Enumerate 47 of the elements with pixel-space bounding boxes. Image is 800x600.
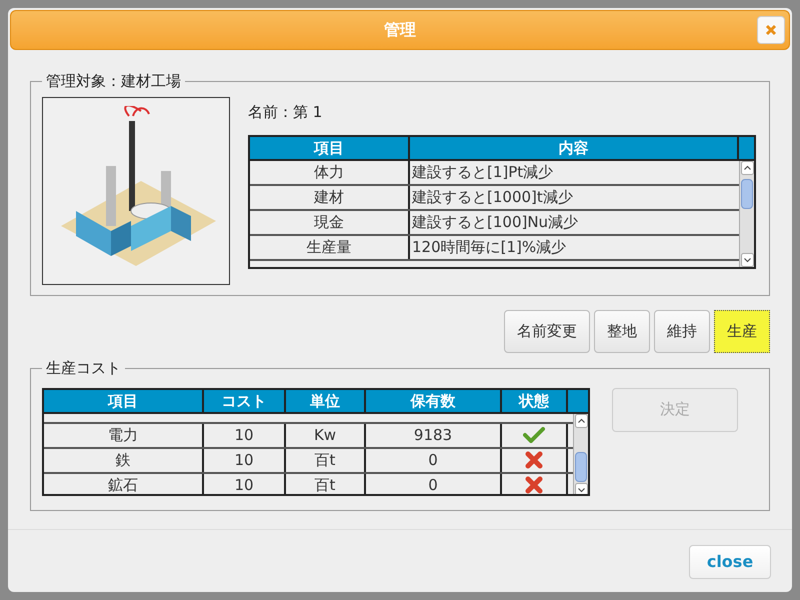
scroll-down-icon[interactable] (574, 482, 588, 494)
table-cell: 体力 (250, 160, 410, 184)
action-button[interactable]: 生産 (714, 310, 770, 353)
action-button[interactable]: 名前変更 (504, 310, 590, 353)
scrollbar-thumb[interactable] (741, 178, 753, 208)
cross-icon (525, 476, 543, 494)
table-cell: 鉄 (44, 448, 204, 472)
name-label: 名前：第 1 (248, 102, 324, 122)
table-cell: 10 (204, 424, 286, 446)
table-cell: 10 (204, 448, 286, 472)
column-header: コスト (204, 390, 286, 412)
table-cell: 生産量 (250, 236, 410, 258)
check-icon (523, 427, 545, 443)
column-header: 内容 (410, 136, 739, 158)
table-cell: 0 (366, 448, 502, 472)
table-cell: Kw (286, 424, 366, 446)
column-header: 項目 (250, 136, 410, 158)
table-cell: 現金 (250, 210, 410, 234)
table-cell: 百t (286, 474, 366, 494)
table-cell: 10 (204, 474, 286, 494)
scroll-up-icon[interactable] (574, 414, 588, 428)
column-header: 保有数 (366, 390, 502, 412)
table-cell: 建材 (250, 186, 410, 208)
window-title: 管理 (384, 19, 416, 41)
column-header: 項目 (44, 390, 204, 412)
scrollbar[interactable] (739, 160, 754, 266)
table-cell-text: 建設すると[1000]t減少 (410, 186, 574, 208)
table-cell-text: 120時間毎に[1]%減少 (411, 236, 568, 258)
cross-icon (525, 451, 543, 469)
action-button[interactable]: 整地 (594, 310, 650, 353)
table-cell: 電力 (44, 424, 204, 446)
table-cell-text: 建設すると[100]Nu減少 (410, 212, 580, 232)
column-header: 単位 (286, 390, 366, 412)
table-cell: 0 (366, 474, 502, 494)
table-cell: 鉱石 (44, 474, 204, 494)
table-cell: 9183 (366, 424, 502, 446)
table-cell-text: 建設すると[1]Pt減少 (410, 162, 554, 182)
scroll-up-icon[interactable] (740, 160, 754, 174)
panel-legend: 管理対象：建材工場 (42, 70, 185, 92)
panel-legend: 生産コスト (42, 357, 125, 380)
close-icon (765, 24, 777, 36)
action-button[interactable]: 維持 (654, 310, 710, 353)
column-header: 状態 (502, 390, 568, 412)
scrollbar-thumb[interactable] (575, 452, 587, 482)
scroll-down-icon[interactable] (740, 252, 754, 266)
table-cell: 百t (286, 448, 366, 472)
scrollbar[interactable] (573, 414, 588, 494)
